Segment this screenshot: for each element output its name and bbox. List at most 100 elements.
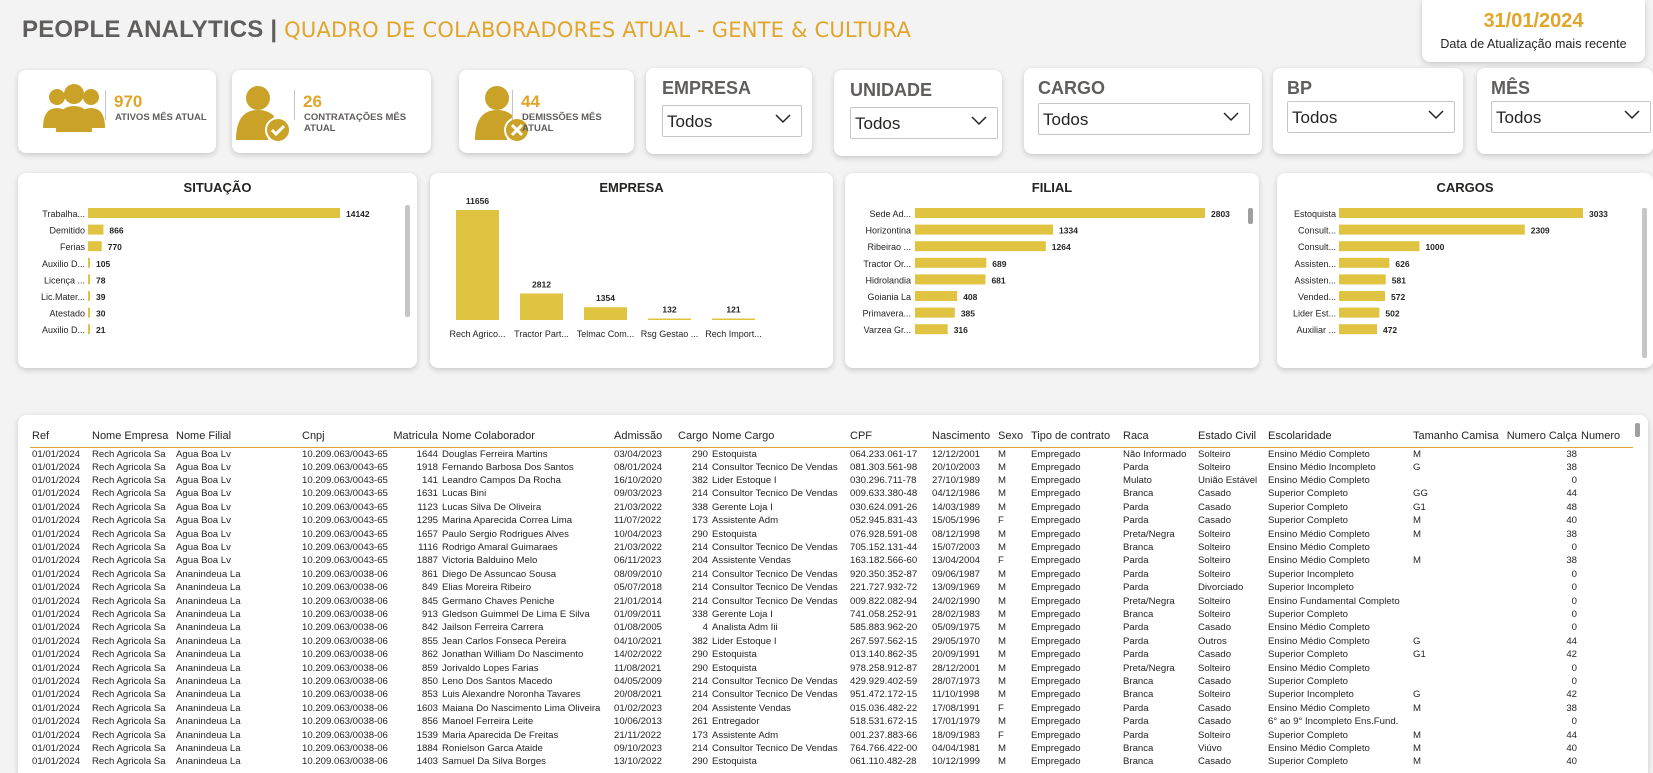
table-cell: 48 <box>1566 501 1577 513</box>
bar[interactable] <box>915 224 1054 235</box>
table-cell: Rech Agricola Sa <box>92 756 166 768</box>
table-cell: 38 <box>1566 461 1577 473</box>
column-header[interactable]: Admissão <box>612 425 672 448</box>
table-cell: M <box>1413 555 1421 567</box>
column-header[interactable]: Matricula <box>390 425 440 448</box>
table-row[interactable]: 01/01/2024 Rech Agricola Sa Agua Boa Lv 10.… <box>30 461 1633 474</box>
table-cell: Assistente Vendas <box>712 555 791 567</box>
bar[interactable] <box>88 324 90 335</box>
bar[interactable] <box>88 307 90 318</box>
column-header[interactable]: Escolaridade <box>1266 425 1411 448</box>
table-row[interactable]: 01/01/2024 Rech Agricola Sa Agua Boa Lv 10.… <box>30 447 1633 461</box>
bar[interactable] <box>915 291 958 301</box>
table-row[interactable]: 01/01/2024 Rech Agricola Sa Agua Boa Lv 10.… <box>30 487 1633 500</box>
table-row[interactable]: 01/01/2024 Rech Agricola Sa Ananindeua La 1… <box>30 742 1633 755</box>
table-cell <box>1411 715 1503 728</box>
table-row[interactable]: 01/01/2024 Rech Agricola Sa Agua Boa Lv 10.… <box>30 554 1633 567</box>
table-cell: Parda <box>1123 568 1149 580</box>
table-row[interactable]: 01/01/2024 Rech Agricola Sa Ananindeua La 1… <box>30 608 1633 621</box>
bar[interactable] <box>648 318 691 321</box>
table-row[interactable]: 01/01/2024 Rech Agricola Sa Agua Boa Lv 10.… <box>30 501 1633 514</box>
bar[interactable] <box>1339 257 1390 268</box>
chevron-down-icon <box>1223 112 1239 122</box>
column-header[interactable]: Tamanho Camisa <box>1411 425 1503 448</box>
column-header[interactable]: Nome Empresa <box>90 425 174 448</box>
table-cell: 862 <box>421 649 438 661</box>
column-header[interactable]: Numero <box>1579 425 1633 448</box>
bar[interactable] <box>1339 274 1386 285</box>
bar[interactable] <box>1339 241 1420 252</box>
table-row[interactable]: 01/01/2024 Rech Agricola Sa Ananindeua La 1… <box>30 728 1633 741</box>
column-header[interactable]: Nome Cargo <box>710 425 848 448</box>
bar[interactable] <box>915 307 955 318</box>
table-row[interactable]: 01/01/2024 Rech Agricola Sa Ananindeua La 1… <box>30 661 1633 674</box>
bar[interactable] <box>915 241 1046 252</box>
slicer-value: Todos <box>1043 110 1089 129</box>
table-row[interactable]: 01/01/2024 Rech Agricola Sa Agua Boa Lv 10.… <box>30 541 1633 554</box>
category-label: Primavera... <box>862 309 911 319</box>
table-cell <box>1411 608 1503 621</box>
column-header[interactable]: Ref <box>30 425 90 448</box>
bar[interactable] <box>88 241 102 252</box>
column-header[interactable]: Raca <box>1121 425 1196 448</box>
chart-scrollbar[interactable] <box>405 205 410 317</box>
bar[interactable] <box>915 324 948 335</box>
table-row[interactable]: 01/01/2024 Rech Agricola Sa Agua Boa Lv 10.… <box>30 474 1633 487</box>
column-header[interactable]: Nascimento <box>930 425 996 448</box>
table-row[interactable]: 01/01/2024 Rech Agricola Sa Ananindeua La 1… <box>30 581 1633 594</box>
table-cell: Ananindeua La <box>176 729 241 741</box>
column-header[interactable]: CPF <box>848 425 930 448</box>
slicer-dropdown-cargo[interactable]: Todos <box>1038 103 1250 135</box>
column-header[interactable]: Tipo de contrato <box>1029 425 1121 448</box>
table-cell: M <box>998 595 1006 607</box>
bar[interactable] <box>1339 324 1377 335</box>
bar[interactable] <box>915 274 986 285</box>
bar[interactable] <box>712 318 755 321</box>
slicer-dropdown-bp[interactable]: Todos <box>1287 101 1455 133</box>
table-row[interactable]: 01/01/2024 Rech Agricola Sa Ananindeua La 1… <box>30 675 1633 688</box>
table-cell: 10.209.063/0038-06 <box>302 689 388 701</box>
bar[interactable] <box>520 293 563 320</box>
bar[interactable] <box>88 291 90 301</box>
table-scrollbar[interactable] <box>1635 423 1640 437</box>
bar[interactable] <box>584 307 627 320</box>
column-header[interactable]: Estado Civil <box>1196 425 1266 448</box>
table-row[interactable]: 01/01/2024 Rech Agricola Sa Ananindeua La 1… <box>30 635 1633 648</box>
slicer-dropdown-empresa[interactable]: Todos <box>662 105 802 137</box>
chart-scrollbar[interactable] <box>1248 208 1253 224</box>
table-cell: G1 <box>1413 649 1426 661</box>
table-row[interactable]: 01/01/2024 Rech Agricola Sa Ananindeua La 1… <box>30 688 1633 701</box>
table-row[interactable]: 01/01/2024 Rech Agricola Sa Agua Boa Lv 10.… <box>30 527 1633 540</box>
bar[interactable] <box>1339 291 1386 301</box>
column-header[interactable]: Cargo <box>672 425 710 448</box>
column-header[interactable]: Nome Filial <box>174 425 300 448</box>
bar[interactable] <box>88 208 340 218</box>
column-header[interactable]: Numero Calça <box>1503 425 1579 448</box>
column-header[interactable]: Nome Colaborador <box>440 425 612 448</box>
table-row[interactable]: 01/01/2024 Rech Agricola Sa Ananindeua La 1… <box>30 568 1633 581</box>
bar[interactable] <box>456 210 499 320</box>
bar[interactable] <box>1339 224 1525 235</box>
bar[interactable] <box>88 274 90 285</box>
column-header[interactable]: Cnpj <box>300 425 390 448</box>
table-row[interactable]: 01/01/2024 Rech Agricola Sa Ananindeua La 1… <box>30 702 1633 715</box>
table-cell: 01/01/2024 <box>32 488 81 500</box>
slicer-dropdown-mes[interactable]: Todos <box>1491 101 1651 133</box>
bar[interactable] <box>1339 307 1380 318</box>
bar[interactable] <box>88 224 104 235</box>
table-row[interactable]: 01/01/2024 Rech Agricola Sa Ananindeua La 1… <box>30 648 1633 661</box>
bar[interactable] <box>915 208 1205 218</box>
column-header[interactable]: Sexo <box>996 425 1029 448</box>
slicer-dropdown-unidade[interactable]: Todos <box>850 107 998 139</box>
table-cell: Estoquista <box>712 528 757 540</box>
table-cell: 01/09/2011 <box>614 608 662 620</box>
table-row[interactable]: 01/01/2024 Rech Agricola Sa Ananindeua La 1… <box>30 755 1633 768</box>
bar[interactable] <box>915 257 987 268</box>
chart-scrollbar[interactable] <box>1642 208 1647 358</box>
table-row[interactable]: 01/01/2024 Rech Agricola Sa Ananindeua La 1… <box>30 594 1633 607</box>
bar[interactable] <box>1339 208 1583 218</box>
table-row[interactable]: 01/01/2024 Rech Agricola Sa Agua Boa Lv 10.… <box>30 514 1633 527</box>
bar[interactable] <box>88 257 90 268</box>
table-row[interactable]: 01/01/2024 Rech Agricola Sa Ananindeua La 1… <box>30 621 1633 634</box>
table-row[interactable]: 01/01/2024 Rech Agricola Sa Ananindeua La 1… <box>30 715 1633 728</box>
